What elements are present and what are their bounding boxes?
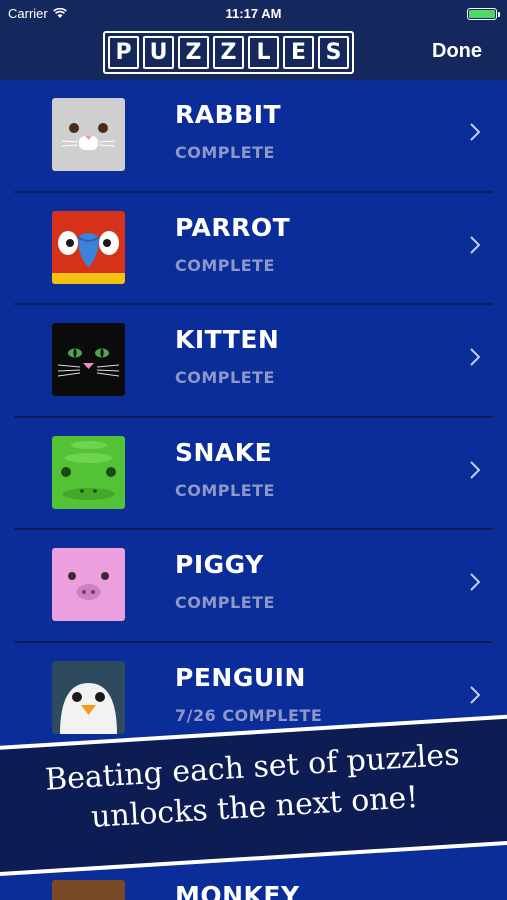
puzzle-name: SNAKE: [175, 437, 273, 467]
rabbit-icon: [52, 98, 125, 171]
logo-letter: P: [108, 36, 139, 69]
puzzle-list: RABBIT COMPLETE PARROT COMPLETE KITTEN C…: [0, 80, 507, 755]
puzzle-status: COMPLETE: [175, 480, 275, 500]
puzzle-name: MONKEY: [175, 881, 300, 900]
status-time: 11:17 AM: [225, 6, 282, 21]
chevron-right-icon: [470, 123, 481, 141]
puzzle-name: PENGUIN: [175, 662, 306, 692]
puzzle-status: COMPLETE: [175, 255, 275, 275]
logo-letter: Z: [213, 36, 244, 69]
puzzle-row-rabbit[interactable]: RABBIT COMPLETE: [0, 80, 507, 193]
chevron-right-icon: [470, 573, 481, 591]
puzzle-status: COMPLETE: [175, 593, 275, 612]
chevron-right-icon: [470, 348, 481, 366]
done-button[interactable]: Done: [432, 40, 482, 63]
puzzle-name: PIGGY: [175, 550, 264, 579]
pig-icon: [52, 548, 125, 621]
battery-icon: [467, 8, 500, 20]
navigation-bar: Carrier 11:17 AM P U Z Z L E S Done: [0, 0, 507, 80]
puzzle-status: COMPLETE: [175, 143, 275, 162]
logo-letter: L: [248, 36, 279, 69]
puzzle-row-piggy[interactable]: PIGGY COMPLETE: [0, 530, 507, 643]
puzzle-status: COMPLETE: [175, 368, 275, 387]
puzzle-row-parrot[interactable]: PARROT COMPLETE: [0, 193, 507, 305]
puzzle-name: KITTEN: [175, 325, 280, 354]
logo-letter: S: [318, 36, 349, 69]
monkey-icon: [52, 880, 125, 900]
parrot-icon: [52, 210, 125, 284]
chevron-right-icon: [470, 460, 481, 479]
chevron-right-icon: [470, 685, 481, 704]
kitten-icon: [52, 323, 125, 396]
logo-letter: Z: [178, 36, 209, 69]
puzzle-row-kitten[interactable]: KITTEN COMPLETE: [0, 305, 507, 418]
status-bar: Carrier 11:17 AM: [0, 0, 507, 28]
chevron-right-icon: [470, 235, 481, 254]
puzzle-row-snake[interactable]: SNAKE COMPLETE: [0, 418, 507, 530]
logo-letter: U: [143, 36, 174, 69]
penguin-icon: [52, 660, 125, 734]
logo-letter: E: [283, 36, 314, 69]
puzzles-logo: P U Z Z L E S: [103, 31, 354, 74]
snake-icon: [52, 435, 125, 509]
puzzle-status: 7/26 COMPLETE: [175, 705, 323, 725]
puzzle-name: RABBIT: [175, 100, 282, 129]
puzzle-name: PARROT: [175, 212, 291, 242]
